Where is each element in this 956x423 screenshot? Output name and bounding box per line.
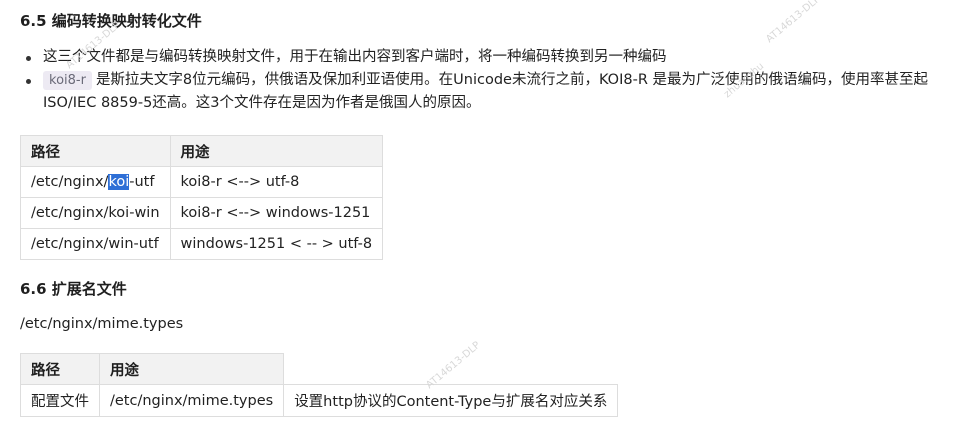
list-item: koi8-r 是斯拉夫文字8位元编码，供俄语及保加利亚语使用。在Unicode未流… [26,69,951,115]
cell-usage: windows-1251 < -- > utf-8 [169,228,384,260]
encoding-files-table: 路径 用途 /etc/nginx/koi-utf koi8-r <--> utf… [20,135,384,260]
cell-config-file: 配置文件 [20,384,100,417]
column-header-path: 路径 [20,353,100,385]
table-row: /etc/nginx/koi-utf koi8-r <--> utf-8 [20,166,384,198]
inline-code-koi8r: koi8-r [43,71,92,90]
mime-types-path: /etc/nginx/mime.types [20,316,184,332]
table-row: 配置文件 /etc/nginx/mime.types 设置http协议的Cont… [20,384,619,417]
column-header-path: 路径 [20,135,171,167]
path-prefix: /etc/nginx/ [31,174,109,190]
cell-path: /etc/nginx/koi-win [20,197,171,229]
table-row: /etc/nginx/win-utf windows-1251 < -- > u… [20,228,384,260]
cell-path: /etc/nginx/win-utf [20,228,171,260]
bullet-list: 这三个文件都是与编码转换映射文件，用于在输出内容到客户端时，将一种编码转换到另一… [26,46,951,115]
cell-path: /etc/nginx/koi-utf [20,166,171,198]
document-page: 6.5 编码转换映射转化文件 这三个文件都是与编码转换映射文件，用于在输出内容到… [0,0,956,423]
column-header-usage: 用途 [98,353,285,385]
selected-text[interactable]: koi [108,174,130,190]
table-row: /etc/nginx/koi-win koi8-r <--> windows-1… [20,197,384,229]
bullet-text: 是斯拉夫文字8位元编码，供俄语及保加利亚语使用。在Unicode未流行之前，KO… [43,72,929,111]
table-header-row: 路径 用途 [20,353,618,385]
cell-path: /etc/nginx/mime.types [98,384,285,417]
column-header-empty [283,353,618,385]
path-suffix: -utf [129,174,155,190]
mime-types-table: 路径 用途 配置文件 /etc/nginx/mime.types 设置http协… [20,353,619,417]
list-item: 这三个文件都是与编码转换映射文件，用于在输出内容到客户端时，将一种编码转换到另一… [26,46,951,69]
column-header-usage: 用途 [169,135,384,167]
section-heading-6-5: 6.5 编码转换映射转化文件 [20,12,202,30]
cell-usage: koi8-r <--> utf-8 [169,166,384,198]
watermark: AT14613-DLP [764,0,823,46]
bullet-text: 这三个文件都是与编码转换映射文件，用于在输出内容到客户端时，将一种编码转换到另一… [43,49,667,65]
cell-description: 设置http协议的Content-Type与扩展名对应关系 [283,384,619,417]
section-heading-6-6: 6.6 扩展名文件 [20,280,127,298]
table-header-row: 路径 用途 [20,135,384,167]
cell-usage: koi8-r <--> windows-1251 [169,197,384,229]
